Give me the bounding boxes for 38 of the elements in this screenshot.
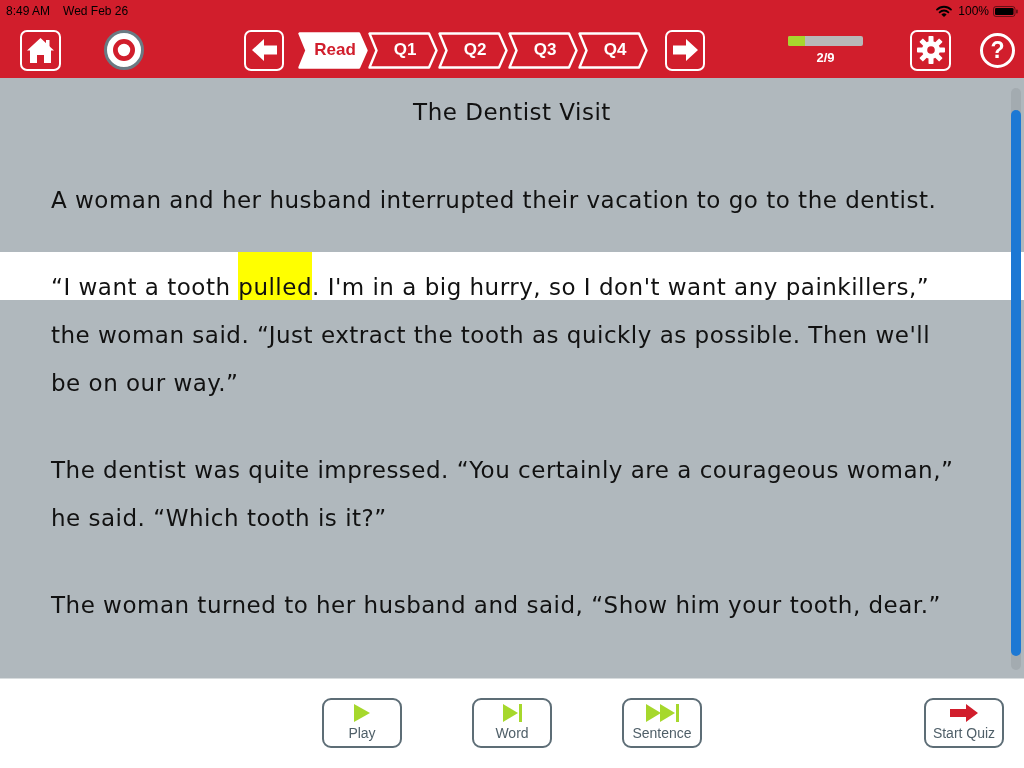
passage-line: he said. “Which tooth is it?” xyxy=(51,505,387,531)
passage-title: The Dentist Visit xyxy=(413,98,611,126)
passage-line: The woman turned to her husband and said, “Show him your tooth, dear.” xyxy=(51,592,941,618)
wifi-icon xyxy=(936,5,953,17)
passage-line: “I want a tooth pulled. I'm in a big hurry, so I don't want any painkillers,” xyxy=(51,252,930,300)
next-button[interactable] xyxy=(665,29,705,71)
back-button[interactable] xyxy=(244,29,284,71)
passage-line: the woman said. “Just extract the tooth as quickly as possible. Then we'll xyxy=(51,322,931,348)
passage-line: The dentist was quite impressed. “You certainly are a courageous woman,” xyxy=(51,457,954,483)
house-icon xyxy=(27,37,54,63)
status-time: 8:49 AM xyxy=(6,3,51,20)
record-button[interactable] xyxy=(104,30,144,70)
battery-percent: 100% xyxy=(958,3,989,20)
gear-icon xyxy=(916,36,945,64)
status-date: Wed Feb 26 xyxy=(63,3,129,20)
play-button[interactable]: Play xyxy=(322,698,402,748)
play-icon xyxy=(354,704,370,722)
step-forward-icon xyxy=(502,704,522,722)
start-quiz-button[interactable]: Start Quiz xyxy=(924,698,1004,748)
passage-line: be on our way.” xyxy=(51,370,239,396)
arrow-right-icon xyxy=(672,39,698,61)
help-button[interactable]: ? xyxy=(980,32,1015,68)
home-button[interactable] xyxy=(20,29,61,71)
battery-icon xyxy=(993,5,1018,17)
tab[interactable]: Q3 xyxy=(508,31,578,69)
settings-button[interactable] xyxy=(910,29,951,71)
tab[interactable]: Q4 xyxy=(578,31,648,69)
progress-count: 2/9 xyxy=(816,49,835,65)
ring-icon xyxy=(113,39,135,61)
arrow-left-icon xyxy=(251,39,277,61)
fast-forward-icon xyxy=(645,704,679,722)
sentence-button[interactable]: Sentence xyxy=(622,698,702,748)
arrow-right-icon xyxy=(950,704,978,722)
tab[interactable]: Q2 xyxy=(438,31,508,69)
passage-line: A woman and her husband interrupted their vacation to go to the dentist. xyxy=(51,187,937,213)
tab[interactable]: Read xyxy=(298,31,368,69)
word-button[interactable]: Word xyxy=(472,698,552,748)
tab[interactable]: Q1 xyxy=(368,31,438,69)
